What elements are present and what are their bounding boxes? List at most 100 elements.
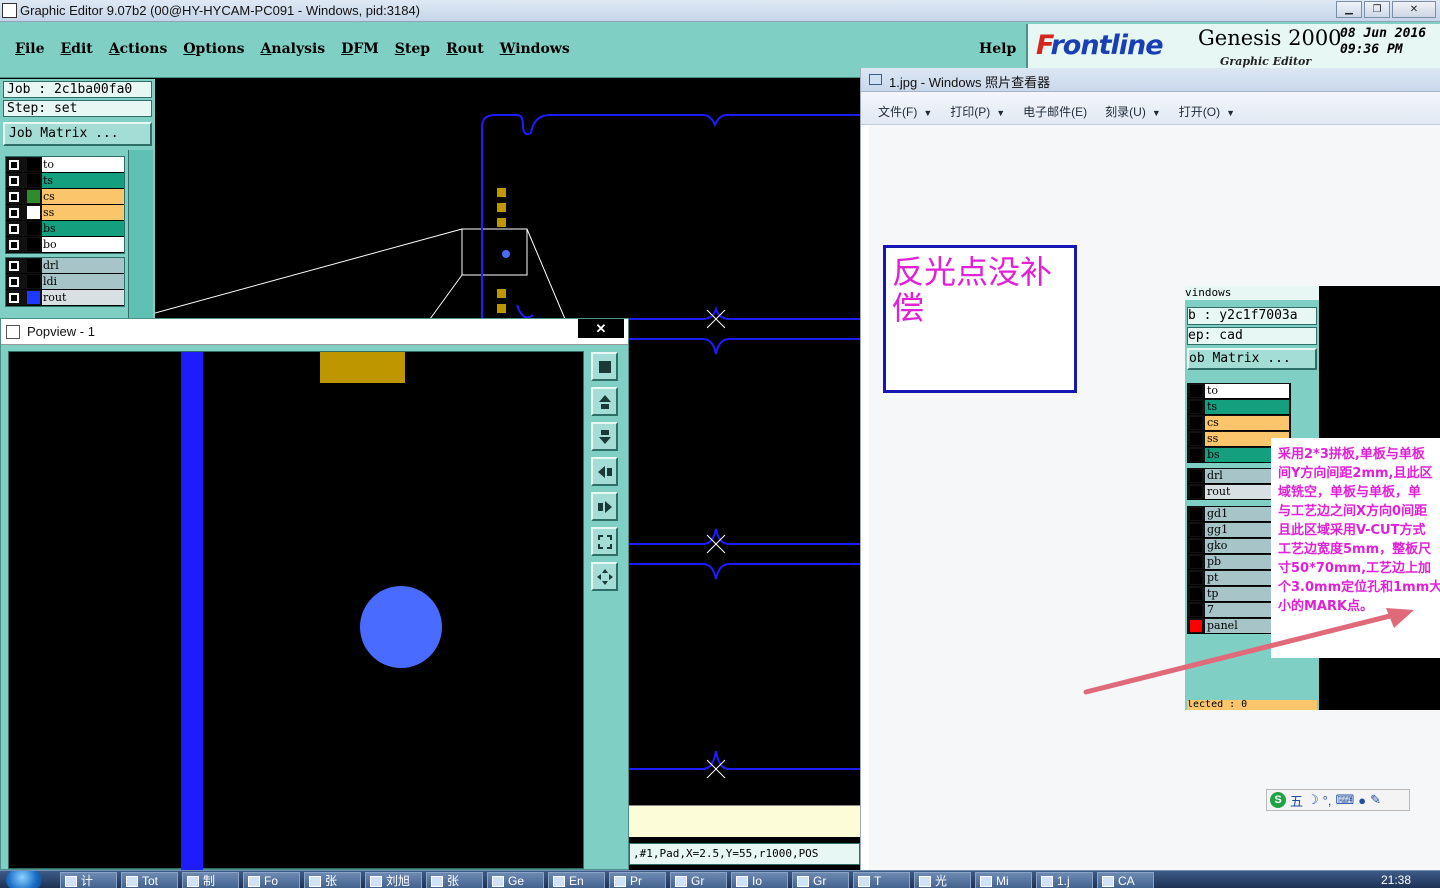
- layer-row-ldi[interactable]: ldi: [6, 274, 124, 290]
- layer-row-ss[interactable]: ss: [6, 205, 124, 221]
- photo-viewer-menu-4[interactable]: 打开(O) ▼: [1179, 103, 1235, 120]
- taskbar-item-11[interactable]: Io: [731, 872, 788, 888]
- popview-window[interactable]: Popview - 1 ✕: [0, 318, 629, 870]
- taskbar-item-3[interactable]: Fo: [243, 872, 300, 888]
- layer-checkbox[interactable]: [9, 293, 19, 303]
- layer-row-drl[interactable]: drl: [6, 258, 124, 274]
- taskbar-app-icon: [1102, 876, 1114, 887]
- taskbar-item-13[interactable]: T: [853, 872, 910, 888]
- zoomed-fiducial: [360, 586, 442, 668]
- menu-item-5[interactable]: DFM: [341, 41, 379, 57]
- popview-canvas[interactable]: [8, 351, 584, 870]
- menu-item-0[interactable]: File: [15, 41, 45, 57]
- taskbar-item-15[interactable]: Mi: [975, 872, 1032, 888]
- restore-button[interactable]: ❐: [1364, 1, 1390, 18]
- zoom-in-icon[interactable]: [591, 527, 618, 556]
- menu-item-8[interactable]: Windows: [500, 41, 570, 57]
- taskbar-app-icon: [614, 876, 626, 887]
- embedded-layer-name: to: [1205, 384, 1289, 398]
- moon-icon[interactable]: ☽: [1307, 792, 1319, 808]
- minimize-button[interactable]: ▁: [1336, 1, 1362, 18]
- ime-toolbar[interactable]: S 五 ☽ °, ⌨ ● ✎: [1266, 789, 1410, 811]
- layer-checkbox[interactable]: [9, 224, 19, 234]
- layer-checkbox[interactable]: [9, 261, 19, 271]
- layer-list-drill: drl ldi rout: [5, 257, 125, 307]
- menu-item-3[interactable]: Options: [183, 41, 244, 57]
- note-text: 反光点没补偿: [892, 253, 1053, 327]
- pan-left-icon[interactable]: [591, 457, 618, 486]
- close-button[interactable]: ✕: [1392, 1, 1436, 18]
- start-button[interactable]: [6, 871, 42, 888]
- layer-row-rout[interactable]: rout: [6, 290, 124, 306]
- layer-checkbox[interactable]: [9, 208, 19, 218]
- layer-row-ts[interactable]: ts: [6, 173, 124, 189]
- prompt-area: [629, 805, 860, 837]
- embedded-layer-cs: cs: [1187, 415, 1291, 431]
- ime-mode-label[interactable]: 五: [1290, 791, 1303, 810]
- taskbar-item-14[interactable]: 光: [914, 872, 971, 888]
- menu-item-7[interactable]: Rout: [446, 41, 484, 57]
- menu-item-1[interactable]: Edit: [61, 41, 93, 57]
- popview-title-bar[interactable]: Popview - 1 ✕: [1, 319, 628, 345]
- pan-down-icon[interactable]: [591, 422, 618, 451]
- taskbar-item-16[interactable]: 1.j: [1036, 872, 1093, 888]
- layer-row-cs[interactable]: cs: [6, 189, 124, 205]
- step-field: Step: set: [3, 100, 152, 117]
- zoom-callout-line: [526, 228, 566, 320]
- taskbar-app-icon: [492, 876, 504, 887]
- photo-viewer-menu-0[interactable]: 文件(F) ▼: [878, 103, 932, 120]
- taskbar-item-5[interactable]: 刘旭: [365, 872, 422, 888]
- window-title-bar[interactable]: Graphic Editor 9.07b2 (00@HY-HYCAM-PC091…: [0, 0, 1440, 22]
- frontline-logo: Frontline: [1036, 30, 1164, 61]
- punctuation-icon[interactable]: °,: [1323, 793, 1332, 808]
- layer-checkbox[interactable]: [9, 176, 19, 186]
- annotation-line: 间Y方向间距2mm,且此区: [1278, 466, 1433, 481]
- layer-row-to[interactable]: to: [6, 157, 124, 173]
- taskbar-app-icon: [65, 876, 77, 887]
- layer-checkbox[interactable]: [9, 160, 19, 170]
- taskbar-app-icon: [919, 876, 931, 887]
- embedded-job-field: b : y2c1f7003a: [1187, 307, 1317, 325]
- job-matrix-button[interactable]: Job Matrix ...: [3, 122, 152, 146]
- taskbar-item-4[interactable]: 张: [304, 872, 361, 888]
- layer-row-bs[interactable]: bs: [6, 221, 124, 237]
- menu-help[interactable]: Help: [979, 41, 1016, 57]
- menu-item-6[interactable]: Step: [395, 41, 430, 57]
- popview-close-button[interactable]: ✕: [578, 319, 624, 338]
- photo-viewer-menu-3[interactable]: 刻录(U) ▼: [1105, 103, 1161, 120]
- taskbar-item-1[interactable]: Tot: [121, 872, 178, 888]
- layer-checkbox[interactable]: [9, 277, 19, 287]
- layer-checkbox[interactable]: [9, 192, 19, 202]
- pan-up-icon[interactable]: [591, 387, 618, 416]
- taskbar-item-2[interactable]: 制: [182, 872, 239, 888]
- layer-checkbox[interactable]: [9, 240, 19, 250]
- taskbar-item-9[interactable]: Pr: [609, 872, 666, 888]
- wrench-icon[interactable]: ✎: [1370, 792, 1381, 808]
- embedded-layer-to: to: [1187, 383, 1291, 399]
- left-panel-scrollbar[interactable]: [128, 150, 153, 320]
- photo-viewer-menu-1[interactable]: 打印(P) ▼: [950, 103, 1005, 120]
- taskbar-item-10[interactable]: Gr: [670, 872, 727, 888]
- taskbar-item-0[interactable]: 计: [60, 872, 117, 888]
- zoom-out-icon[interactable]: [591, 562, 618, 591]
- taskbar-item-8[interactable]: En: [548, 872, 605, 888]
- menu-item-4[interactable]: Analysis: [261, 41, 326, 57]
- pan-right-icon[interactable]: [591, 492, 618, 521]
- zoom-fit-icon[interactable]: [591, 352, 618, 381]
- taskbar-item-7[interactable]: Ge: [487, 872, 544, 888]
- taskbar: 计 Tot 制 Fo 张刘旭张 Ge En Pr Gr Io Gr T 光 Mi 1.j CA 21:38: [0, 870, 1440, 888]
- embedded-layer-swatch: [1190, 401, 1202, 413]
- taskbar-item-17[interactable]: CA: [1097, 872, 1154, 888]
- keyboard-icon[interactable]: ⌨: [1335, 792, 1354, 808]
- taskbar-item-6[interactable]: 张: [426, 872, 483, 888]
- taskbar-item-12[interactable]: Gr: [792, 872, 849, 888]
- user-icon[interactable]: ●: [1358, 793, 1366, 808]
- photo-viewer-title-bar[interactable]: 1.jpg - Windows 照片查看器: [861, 68, 1440, 92]
- taskbar-app-icon: [431, 876, 443, 887]
- layer-name: drl: [42, 258, 124, 273]
- embedded-title: vindows: [1185, 286, 1319, 300]
- layer-row-bo[interactable]: bo: [6, 237, 124, 253]
- menu-item-2[interactable]: Actions: [109, 41, 168, 57]
- photo-viewer-menu-2[interactable]: 电子邮件(E): [1023, 103, 1087, 120]
- taskbar-app-icon: [736, 876, 748, 887]
